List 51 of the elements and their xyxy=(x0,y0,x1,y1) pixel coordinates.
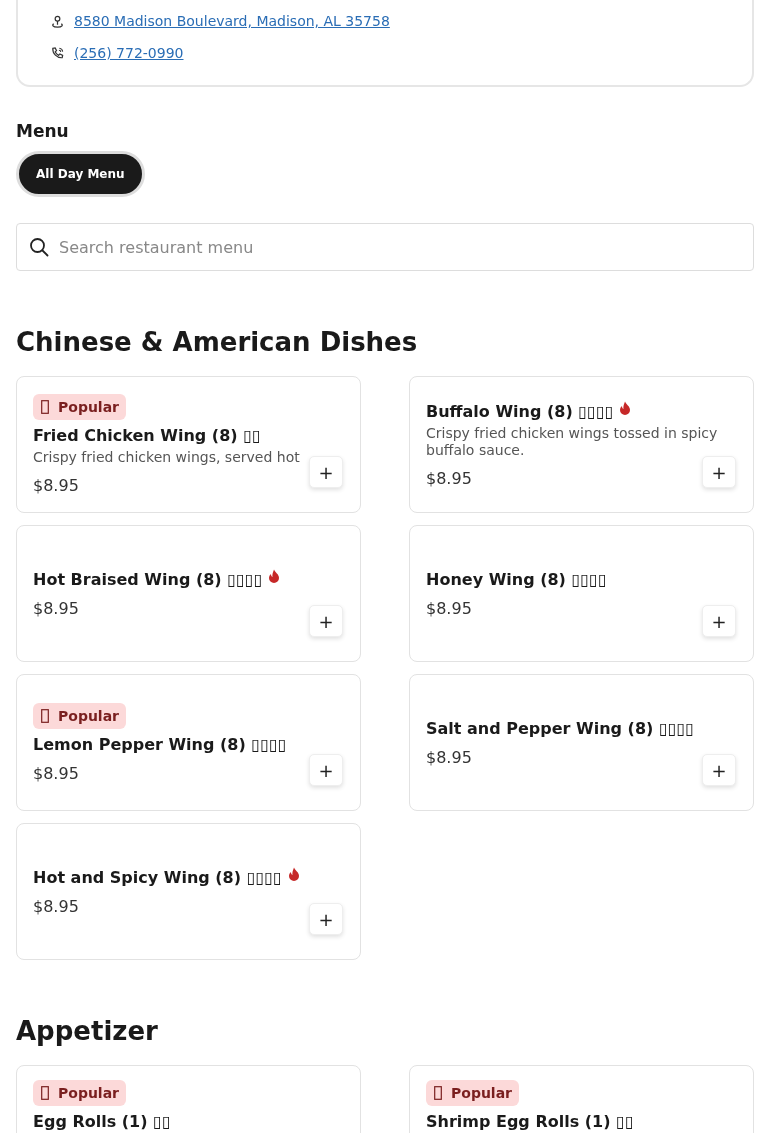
menu-item-card[interactable]: Hot Braised Wing (8) ▯▯▯▯ $8.95 + xyxy=(16,525,361,662)
menu-item-card[interactable]: Hot and Spicy Wing (8) ▯▯▯▯ $8.95 + xyxy=(16,823,361,960)
item-name: Fried Chicken Wing (8) ▯▯ xyxy=(33,426,261,445)
add-button[interactable]: + xyxy=(702,754,736,786)
item-name: Buffalo Wing (8) ▯▯▯▯ xyxy=(426,401,614,421)
menu-tab[interactable]: All Day Menu xyxy=(16,151,145,197)
menu-item-card[interactable]: Popular Fried Chicken Wing (8) ▯▯ Crispy fried chicken wings, served hot $8.95 + xyxy=(16,376,361,513)
item-name: Shrimp Egg Rolls (1) ▯▯ xyxy=(426,1112,634,1131)
add-button[interactable]: + xyxy=(702,456,736,488)
item-price: $8.95 xyxy=(33,476,79,495)
item-name: Salt and Pepper Wing (8) ▯▯▯▯ xyxy=(426,718,695,738)
popular-badge: Popular xyxy=(33,702,127,729)
add-button[interactable]: + xyxy=(309,605,343,637)
menu-item-card[interactable]: Buffalo Wing (8) ▯▯▯▯ Crispy fried chicken wings tossed in spicy buffalo sauce. $8.95 + xyxy=(409,376,754,513)
item-price: $8.95 xyxy=(426,468,472,488)
popular-badge: Popular xyxy=(33,394,127,420)
add-button[interactable]: + xyxy=(309,754,343,786)
menu-heading: Menu xyxy=(16,121,70,141)
popular-badge: Popular xyxy=(33,1080,127,1106)
missing-glyph-icon xyxy=(41,708,49,723)
item-name: Hot Braised Wing (8) ▯▯▯▯ xyxy=(33,569,263,589)
missing-glyph-icon xyxy=(434,1086,442,1100)
search-field[interactable]: Search restaurant menu xyxy=(16,223,754,271)
item-price: $8.95 xyxy=(426,598,472,618)
menu-item-card[interactable]: Salt and Pepper Wing (8) ▯▯▯▯ $8.95 + xyxy=(409,674,754,811)
item-name: Egg Rolls (1) ▯▯ xyxy=(33,1112,171,1131)
item-price: $8.95 xyxy=(33,598,79,618)
item-price: $8.95 xyxy=(426,747,472,767)
menu-item-card[interactable]: Honey Wing (8) ▯▯▯▯ $8.95 + xyxy=(409,525,754,662)
item-description: Crispy fried chicken wings tossed in spicy buffalo sauce. xyxy=(426,424,719,459)
item-description: Crispy fried chicken wings, served hot xyxy=(33,449,300,466)
menu-item-card[interactable]: Popular Egg Rolls (1) ▯▯ xyxy=(16,1065,361,1133)
section-heading: Chinese & American Dishes xyxy=(16,327,419,357)
section-heading: Appetizer xyxy=(16,1016,159,1046)
phone-icon xyxy=(50,46,65,61)
item-name: Lemon Pepper Wing (8) ▯▯▯▯ xyxy=(33,734,287,754)
location-pin-icon xyxy=(50,14,65,29)
add-button[interactable]: + xyxy=(309,903,343,935)
popular-badge: Popular xyxy=(426,1080,520,1106)
menu-item-card[interactable]: Popular Shrimp Egg Rolls (1) ▯▯ xyxy=(409,1065,754,1133)
address-link[interactable]: 8580 Madison Boulevard, Madison, AL 35758 xyxy=(74,12,390,31)
item-price: $8.95 xyxy=(33,896,79,916)
phone-link[interactable]: (256) 772-0990 xyxy=(74,44,184,63)
add-button[interactable]: + xyxy=(702,605,736,637)
missing-glyph-icon xyxy=(41,400,49,414)
item-name: Honey Wing (8) ▯▯▯▯ xyxy=(426,569,607,589)
missing-glyph-icon xyxy=(41,1086,49,1100)
add-button[interactable]: + xyxy=(309,456,343,488)
item-name: Hot and Spicy Wing (8) ▯▯▯▯ xyxy=(33,867,282,887)
menu-item-card[interactable]: Popular Lemon Pepper Wing (8) ▯▯▯▯ $8.95 + xyxy=(16,674,361,811)
item-price: $8.95 xyxy=(33,763,79,783)
